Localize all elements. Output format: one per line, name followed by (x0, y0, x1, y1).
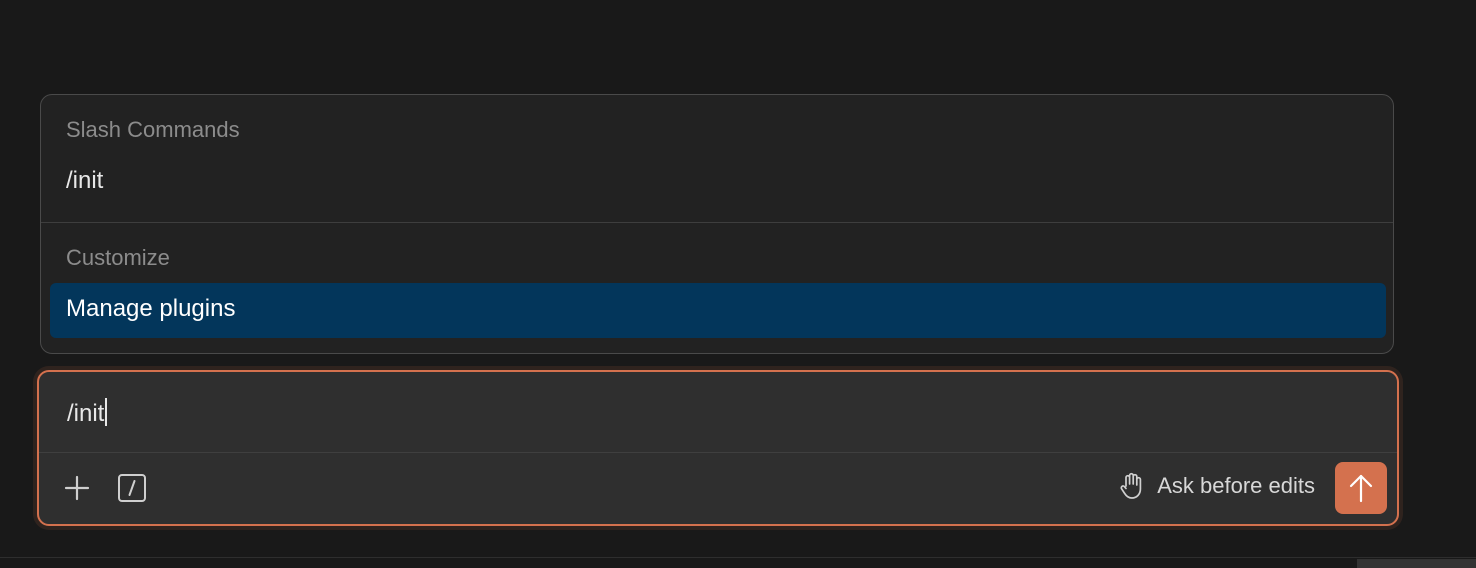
plus-icon (64, 475, 90, 501)
section-title-customize: Customize (66, 245, 170, 270)
menu-divider (41, 222, 1393, 223)
scrollbar-stub (1357, 559, 1476, 568)
page: Slash Commands /init Customize Manage pl… (0, 0, 1476, 568)
prompt-input[interactable]: /init (67, 398, 108, 428)
hand-icon (1120, 472, 1142, 499)
panel-bottom-border (0, 557, 1476, 558)
edit-mode-label: Ask before edits (1157, 473, 1315, 498)
text-caret (105, 398, 108, 426)
arrow-up-icon (1349, 474, 1373, 503)
section-title-slash-commands: Slash Commands (66, 117, 240, 142)
add-attachment-button[interactable] (59, 470, 95, 506)
composer-divider (39, 452, 1397, 453)
slash-command-icon (118, 474, 146, 502)
menu-item-init[interactable]: /init (66, 167, 103, 195)
edit-mode-toggle[interactable]: Ask before edits (1119, 472, 1315, 500)
menu-item-label: Manage plugins (66, 295, 236, 322)
prompt-input-value: /init (67, 400, 105, 427)
slash-command-button[interactable] (114, 470, 150, 506)
prompt-composer[interactable]: /init Ask before edits (37, 370, 1399, 526)
slash-command-menu: Slash Commands /init Customize Manage pl… (40, 94, 1394, 354)
send-button[interactable] (1335, 462, 1387, 514)
menu-item-manage-plugins[interactable]: Manage plugins (50, 283, 1386, 338)
